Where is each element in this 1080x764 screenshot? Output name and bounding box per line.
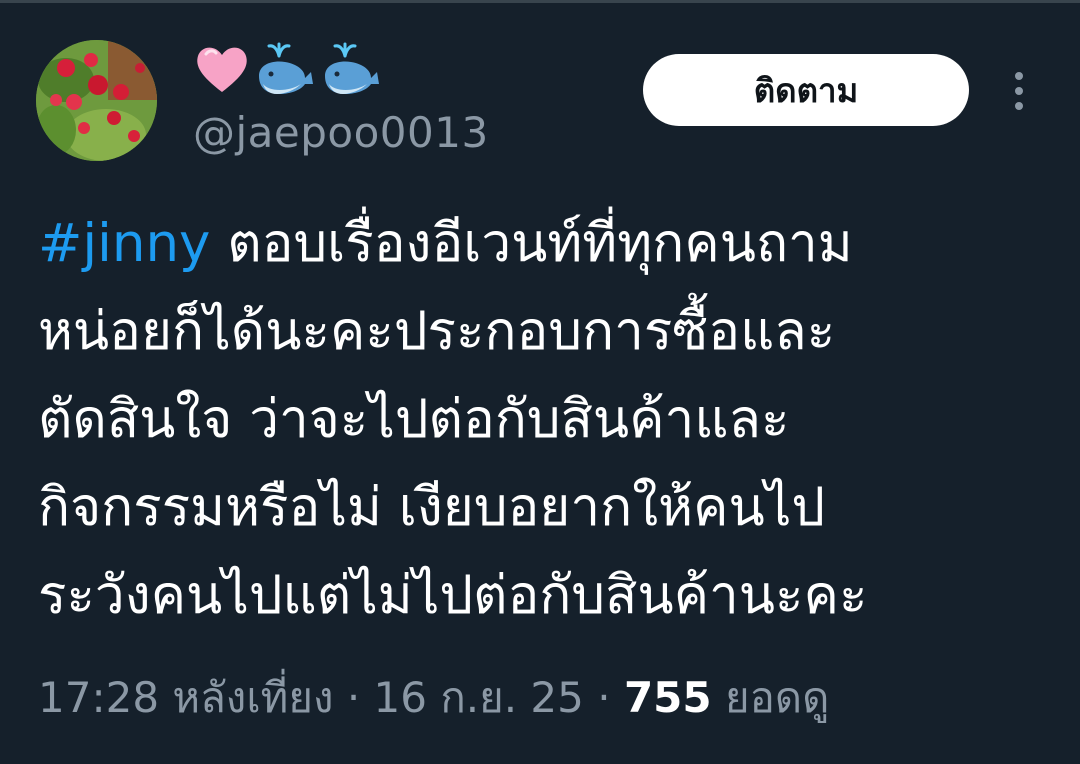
views-count[interactable]: 755 (624, 673, 712, 722)
user-handle[interactable]: @jaepoo0013 (193, 108, 489, 158)
tweet-line: หน่อยก็ได้นะคะประกอบการซื้อและ (38, 301, 836, 362)
follow-button[interactable]: ติดตาม (643, 54, 969, 126)
tweet-line-text: ตอบเรื่องอีเวนท์ที่ทุกคนถาม (210, 213, 853, 274)
tweet-line: กิจกรรมหรือไม่ เงียบอยากให้คนไป (38, 477, 826, 538)
pink-heart-icon (197, 47, 247, 92)
whale-icon (259, 42, 313, 94)
meta-separator: · (583, 673, 624, 722)
avatar-image (36, 40, 157, 161)
tweet-line: #jinny ตอบเรื่องอีเวนท์ที่ทุกคนถาม (38, 200, 1048, 288)
tweet-line: ระวังคนไปแต่ไม่ไปต่อกับสินค้านะคะ (38, 565, 868, 626)
avatar[interactable] (36, 40, 157, 161)
more-dot (1015, 72, 1023, 80)
tweet-time[interactable]: 17:28 หลังเที่ยง (38, 673, 333, 722)
more-dot (1015, 102, 1023, 110)
tweet-meta: 17:28 หลังเที่ยง · 16 ก.ย. 25 · 755 ยอดด… (38, 670, 829, 726)
hashtag-link[interactable]: #jinny (38, 213, 210, 274)
display-name[interactable] (193, 40, 383, 98)
tweet-line: ตัดสินใจ ว่าจะไปต่อกับสินค้าและ (38, 389, 790, 450)
more-dot (1015, 87, 1023, 95)
top-divider (0, 0, 1080, 3)
whale-icon (325, 42, 379, 94)
meta-separator: · (333, 673, 374, 722)
more-vertical-icon[interactable] (1000, 68, 1038, 114)
tweet-text: #jinny ตอบเรื่องอีเวนท์ที่ทุกคนถาม หน่อย… (38, 200, 1048, 640)
tweet-date[interactable]: 16 ก.ย. 25 (374, 673, 584, 722)
views-label: ยอดดู (711, 673, 830, 722)
